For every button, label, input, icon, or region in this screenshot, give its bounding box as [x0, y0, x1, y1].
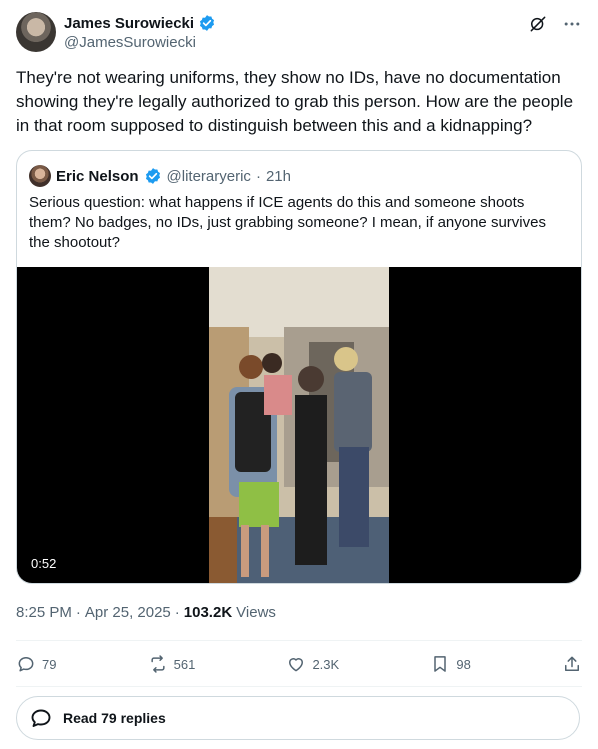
views-label: Views	[236, 604, 276, 621]
heart-icon	[289, 658, 304, 672]
quoted-tweet-header: Eric Nelson @literaryeric · 21h	[29, 165, 291, 187]
quoted-separator: ·	[255, 167, 261, 185]
verified-badge-icon	[200, 15, 215, 31]
replies-bubble-icon	[31, 709, 51, 727]
repost-icon	[151, 655, 165, 673]
author-handle[interactable]: @JamesSurowiecki	[64, 34, 196, 51]
quoted-author-handle: @literaryeric	[166, 167, 251, 185]
bookmark-icon	[434, 656, 447, 672]
tweet-header: James Surowiecki @JamesSurowiecki	[16, 12, 582, 56]
read-replies-label: Read 79 replies	[63, 710, 166, 726]
tweet-time[interactable]: 8:25 PM	[16, 604, 72, 621]
author-name-row: James Surowiecki	[64, 14, 216, 32]
views-count[interactable]: 103.2K	[184, 604, 232, 621]
like-button[interactable]: 2.3K	[286, 654, 339, 674]
divider-top	[16, 640, 582, 641]
reply-button[interactable]: 79	[16, 654, 56, 674]
bookmark-button[interactable]: 98	[430, 654, 471, 674]
tweet-timestamp: 8:25 PM · Apr 25, 2025 · 103.2K Views	[16, 604, 276, 621]
grok-icon[interactable]	[528, 14, 548, 34]
more-options-icon[interactable]	[562, 14, 582, 34]
bookmark-count: 98	[456, 656, 471, 672]
quoted-time: 21h	[265, 167, 291, 185]
quoted-tweet-text: Serious question: what happens if ICE ag…	[29, 194, 546, 251]
author-avatar[interactable]	[16, 12, 56, 52]
repost-count: 561	[173, 656, 196, 672]
reply-icon	[18, 657, 34, 672]
read-replies-button[interactable]: Read 79 replies	[16, 696, 580, 740]
video-thumbnail	[209, 267, 389, 583]
share-icon	[564, 656, 579, 671]
divider-bottom	[16, 686, 582, 687]
quoted-tweet[interactable]: Eric Nelson @literaryeric · 21h Serious …	[16, 150, 582, 584]
video-player[interactable]: 0:52	[17, 267, 581, 583]
views-separator: ·	[174, 604, 180, 621]
quoted-author-name: Eric Nelson	[56, 167, 139, 185]
tweet-text: They're not wearing uniforms, they show …	[16, 68, 574, 135]
action-bar: 79 561 2.3K 98	[16, 651, 582, 677]
quoted-verified-badge-icon	[145, 168, 160, 184]
repost-button[interactable]: 561	[148, 654, 196, 674]
video-duration: 0:52	[31, 556, 57, 571]
timestamp-separator: ·	[75, 604, 81, 621]
quoted-author-avatar	[29, 165, 51, 187]
like-count: 2.3K	[312, 656, 340, 672]
author-name[interactable]: James Surowiecki	[64, 15, 194, 32]
tweet-date[interactable]: Apr 25, 2025	[85, 604, 171, 621]
top-icons	[528, 14, 582, 34]
reply-count: 79	[42, 656, 57, 672]
share-button[interactable]	[562, 654, 582, 674]
